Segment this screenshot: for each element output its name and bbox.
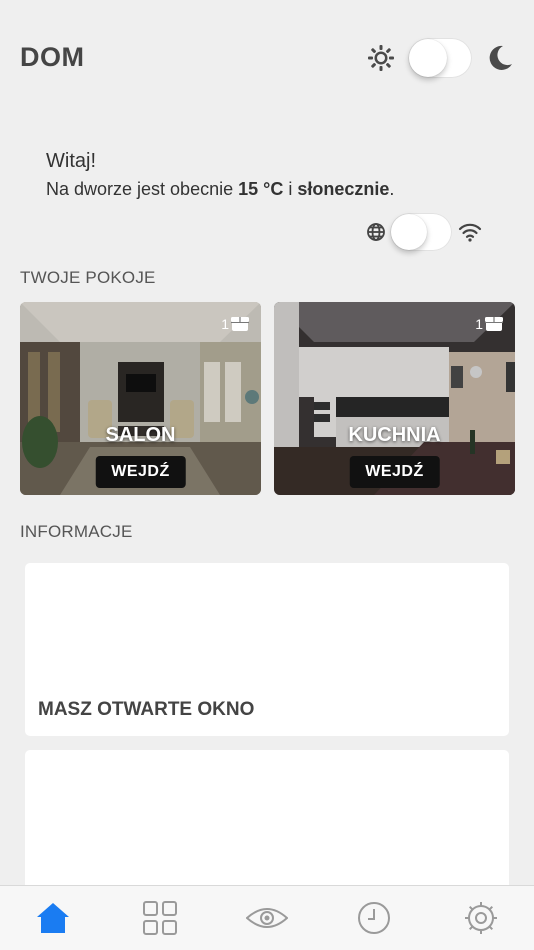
enter-button[interactable]: WEJDŹ <box>349 456 440 488</box>
enter-button[interactable]: WEJDŹ <box>95 456 186 488</box>
page-title: DOM <box>20 42 85 72</box>
sun-icon <box>368 45 394 71</box>
weather-condition: słonecznie <box>297 179 390 199</box>
clock-icon <box>357 901 391 935</box>
weather-suffix: . <box>389 179 395 199</box>
wifi-icon <box>458 222 482 242</box>
info-card[interactable]: MASZ OTWARTE OKNO <box>25 563 509 736</box>
moon-icon <box>486 44 514 72</box>
device-count: 1 <box>221 316 249 332</box>
greeting: Witaj! Na dworze jest obecnie 15 °C i sł… <box>46 150 394 200</box>
theme-toggle[interactable] <box>408 38 472 78</box>
bottom-tab-bar <box>0 885 534 950</box>
info-card-title: MASZ OTWARTE OKNO <box>38 699 255 720</box>
device-count-value: 1 <box>221 316 229 332</box>
info-card[interactable] <box>25 750 509 900</box>
room-name: KUCHNIA <box>348 424 441 446</box>
weather-prefix: Na dworze jest obecnie <box>46 179 239 199</box>
room-card-kuchnia[interactable]: 1 KUCHNIA WEJDŹ <box>274 302 515 495</box>
room-name: SALON <box>105 424 176 446</box>
tab-monitoring[interactable] <box>237 893 297 943</box>
settings-icon <box>464 901 498 935</box>
toggle-knob <box>391 214 427 250</box>
rooms-section-label: TWOJE POKOJE <box>20 268 156 287</box>
globe-icon <box>366 222 386 242</box>
tab-settings[interactable] <box>451 893 511 943</box>
box-icon <box>485 316 503 332</box>
info-section-label: INFORMACJE <box>20 522 133 541</box>
device-count: 1 <box>475 316 503 332</box>
tab-devices[interactable] <box>130 893 190 943</box>
network-toggle[interactable] <box>390 213 452 251</box>
header: DOM <box>0 0 534 120</box>
box-icon <box>231 316 249 332</box>
tab-home[interactable] <box>23 893 83 943</box>
weather-text: Na dworze jest obecnie 15 °C i słoneczni… <box>46 179 394 200</box>
theme-switcher <box>368 38 514 78</box>
weather-middle: i <box>283 179 298 199</box>
temperature-value: 15 °C <box>238 179 284 199</box>
home-icon <box>35 901 71 935</box>
device-count-value: 1 <box>475 316 483 332</box>
network-switcher <box>366 213 482 251</box>
grid-icon <box>143 901 178 935</box>
tab-history[interactable] <box>344 893 404 943</box>
toggle-knob <box>409 39 447 77</box>
room-card-salon[interactable]: 1 SALON WEJDŹ <box>20 302 261 495</box>
eye-icon <box>245 906 288 930</box>
greeting-hello: Witaj! <box>46 150 96 172</box>
